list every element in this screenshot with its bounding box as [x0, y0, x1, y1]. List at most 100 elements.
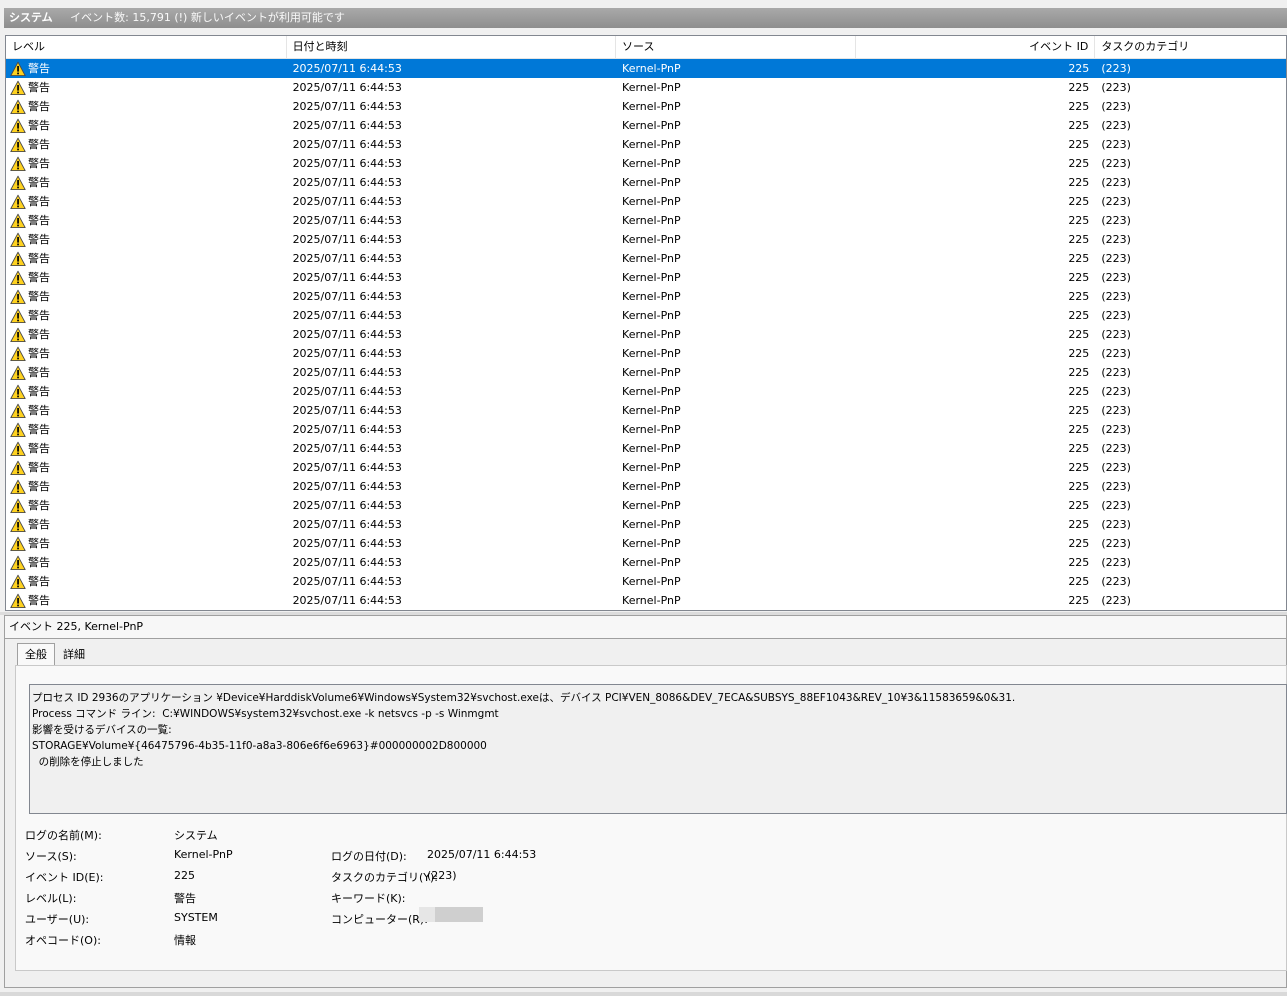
table-row[interactable]: 警告 2025/07/11 6:44:53 Kernel-PnP 225 (223)	[6, 78, 1286, 97]
cell-task-category: (223)	[1101, 461, 1131, 474]
message-line: プロセス ID 2936のアプリケーション ¥Device¥HarddiskVo…	[32, 692, 1016, 704]
cell-date: 2025/07/11 6:44:53	[292, 404, 402, 417]
level-label: レベル(L):	[25, 892, 77, 905]
cell-event-id: 225	[1068, 252, 1090, 265]
cell-event-id: 225	[1068, 385, 1090, 398]
cell-event-id: 225	[1068, 518, 1090, 531]
column-header-date[interactable]: 日付と時刻	[287, 36, 617, 58]
source-value[interactable]: Kernel-PnP	[174, 848, 233, 861]
cell-event-id: 225	[1068, 575, 1090, 588]
cell-task-category: (223)	[1101, 157, 1131, 170]
cell-level: 警告	[6, 382, 287, 401]
table-row[interactable]: 警告 2025/07/11 6:44:53 Kernel-PnP 225 (223)	[6, 211, 1286, 230]
table-row[interactable]: 警告 2025/07/11 6:44:53 Kernel-PnP 225 (223)	[6, 439, 1286, 458]
table-row[interactable]: 警告 2025/07/11 6:44:53 Kernel-PnP 225 (223)	[6, 382, 1286, 401]
cell-source: Kernel-PnP	[622, 575, 681, 588]
cell-event-id: 225	[1068, 461, 1090, 474]
table-row[interactable]: 警告 2025/07/11 6:44:53 Kernel-PnP 225 (223)	[6, 591, 1286, 610]
table-row[interactable]: 警告 2025/07/11 6:44:53 Kernel-PnP 225 (223)	[6, 116, 1286, 135]
cell-source: Kernel-PnP	[622, 214, 681, 227]
cell-date: 2025/07/11 6:44:53	[292, 423, 402, 436]
table-row[interactable]: 警告 2025/07/11 6:44:53 Kernel-PnP 225 (223)	[6, 287, 1286, 306]
cell-level: 警告	[6, 97, 287, 116]
cell-date: 2025/07/11 6:44:53	[292, 480, 402, 493]
table-row[interactable]: 警告 2025/07/11 6:44:53 Kernel-PnP 225 (223)	[6, 477, 1286, 496]
warning-triangle-icon	[10, 156, 26, 171]
cell-task-category: (223)	[1101, 176, 1131, 189]
cell-level: 警告	[6, 325, 287, 344]
event-list[interactable]: レベル 日付と時刻 ソース イベント ID タスクのカテゴリ 警告 2025/07…	[5, 35, 1287, 611]
warning-triangle-icon	[10, 308, 26, 323]
warning-triangle-icon	[10, 555, 26, 570]
cell-source: Kernel-PnP	[622, 195, 681, 208]
column-header-source[interactable]: ソース	[616, 36, 856, 58]
table-row[interactable]: 警告 2025/07/11 6:44:53 Kernel-PnP 225 (223)	[6, 496, 1286, 515]
table-row[interactable]: 警告 2025/07/11 6:44:53 Kernel-PnP 225 (223)	[6, 97, 1286, 116]
table-row[interactable]: 警告 2025/07/11 6:44:53 Kernel-PnP 225 (223)	[6, 306, 1286, 325]
cell-task-category: (223)	[1101, 404, 1131, 417]
table-row[interactable]: 警告 2025/07/11 6:44:53 Kernel-PnP 225 (223)	[6, 249, 1286, 268]
table-row[interactable]: 警告 2025/07/11 6:44:53 Kernel-PnP 225 (223)	[6, 458, 1286, 477]
general-tab-page: プロセス ID 2936のアプリケーション ¥Device¥HarddiskVo…	[15, 665, 1287, 971]
table-row[interactable]: 警告 2025/07/11 6:44:53 Kernel-PnP 225 (223)	[6, 173, 1286, 192]
cell-source: Kernel-PnP	[622, 404, 681, 417]
cell-date: 2025/07/11 6:44:53	[292, 290, 402, 303]
cell-level: 警告	[6, 249, 287, 268]
table-row[interactable]: 警告 2025/07/11 6:44:53 Kernel-PnP 225 (223)	[6, 515, 1286, 534]
tab-general[interactable]: 全般	[17, 643, 55, 665]
table-row[interactable]: 警告 2025/07/11 6:44:53 Kernel-PnP 225 (223)	[6, 325, 1286, 344]
column-header-task-category[interactable]: タスクのカテゴリ	[1095, 36, 1286, 58]
level-text: 警告	[28, 461, 50, 474]
table-row[interactable]: 警告 2025/07/11 6:44:53 Kernel-PnP 225 (223)	[6, 363, 1286, 382]
cell-source: Kernel-PnP	[622, 290, 681, 303]
cell-level: 警告	[6, 553, 287, 572]
cell-source: Kernel-PnP	[622, 176, 681, 189]
log-name-value[interactable]: システム	[174, 827, 218, 843]
status-strip	[0, 992, 1287, 996]
column-header-level[interactable]: レベル	[6, 36, 287, 58]
table-row[interactable]: 警告 2025/07/11 6:44:53 Kernel-PnP 225 (223)	[6, 59, 1286, 78]
cell-source: Kernel-PnP	[622, 309, 681, 322]
cell-level: 警告	[6, 211, 287, 230]
table-row[interactable]: 警告 2025/07/11 6:44:53 Kernel-PnP 225 (223)	[6, 401, 1286, 420]
table-row[interactable]: 警告 2025/07/11 6:44:53 Kernel-PnP 225 (223)	[6, 344, 1286, 363]
warning-triangle-icon	[10, 384, 26, 399]
cell-task-category: (223)	[1101, 309, 1131, 322]
level-text: 警告	[28, 328, 50, 341]
cell-source: Kernel-PnP	[622, 480, 681, 493]
column-header-event-id[interactable]: イベント ID	[856, 36, 1096, 58]
table-row[interactable]: 警告 2025/07/11 6:44:53 Kernel-PnP 225 (223)	[6, 154, 1286, 173]
computer-value-redacted	[419, 907, 483, 922]
level-text: 警告	[28, 195, 50, 208]
table-row[interactable]: 警告 2025/07/11 6:44:53 Kernel-PnP 225 (223)	[6, 420, 1286, 439]
level-value[interactable]: 警告	[174, 890, 196, 906]
cell-source: Kernel-PnP	[622, 157, 681, 170]
cell-task-category: (223)	[1101, 518, 1131, 531]
cell-task-category: (223)	[1101, 290, 1131, 303]
table-row[interactable]: 警告 2025/07/11 6:44:53 Kernel-PnP 225 (223)	[6, 553, 1286, 572]
table-row[interactable]: 警告 2025/07/11 6:44:53 Kernel-PnP 225 (223)	[6, 534, 1286, 553]
event-id-value[interactable]: 225	[174, 869, 195, 882]
user-value[interactable]: SYSTEM	[174, 911, 218, 924]
user-label: ユーザー(U):	[25, 913, 90, 926]
cell-date: 2025/07/11 6:44:53	[292, 233, 402, 246]
cell-event-id: 225	[1068, 556, 1090, 569]
cell-date: 2025/07/11 6:44:53	[292, 594, 402, 607]
tab-details[interactable]: 詳細	[55, 643, 93, 665]
warning-triangle-icon	[10, 517, 26, 532]
level-text: 警告	[28, 176, 50, 189]
table-row[interactable]: 警告 2025/07/11 6:44:53 Kernel-PnP 225 (223)	[6, 192, 1286, 211]
cell-task-category: (223)	[1101, 366, 1131, 379]
table-row[interactable]: 警告 2025/07/11 6:44:53 Kernel-PnP 225 (223)	[6, 572, 1286, 591]
cell-level: 警告	[6, 116, 287, 135]
logged-value[interactable]: 2025/07/11 6:44:53	[427, 848, 536, 861]
table-row[interactable]: 警告 2025/07/11 6:44:53 Kernel-PnP 225 (223)	[6, 268, 1286, 287]
task-category-value[interactable]: (223)	[427, 869, 457, 882]
table-row[interactable]: 警告 2025/07/11 6:44:53 Kernel-PnP 225 (223)	[6, 230, 1286, 249]
event-message-box[interactable]: プロセス ID 2936のアプリケーション ¥Device¥HarddiskVo…	[29, 684, 1287, 814]
cell-date: 2025/07/11 6:44:53	[292, 195, 402, 208]
table-row[interactable]: 警告 2025/07/11 6:44:53 Kernel-PnP 225 (223)	[6, 135, 1286, 154]
cell-task-category: (223)	[1101, 347, 1131, 360]
cell-event-id: 225	[1068, 138, 1090, 151]
opcode-value[interactable]: 情報	[174, 932, 196, 948]
